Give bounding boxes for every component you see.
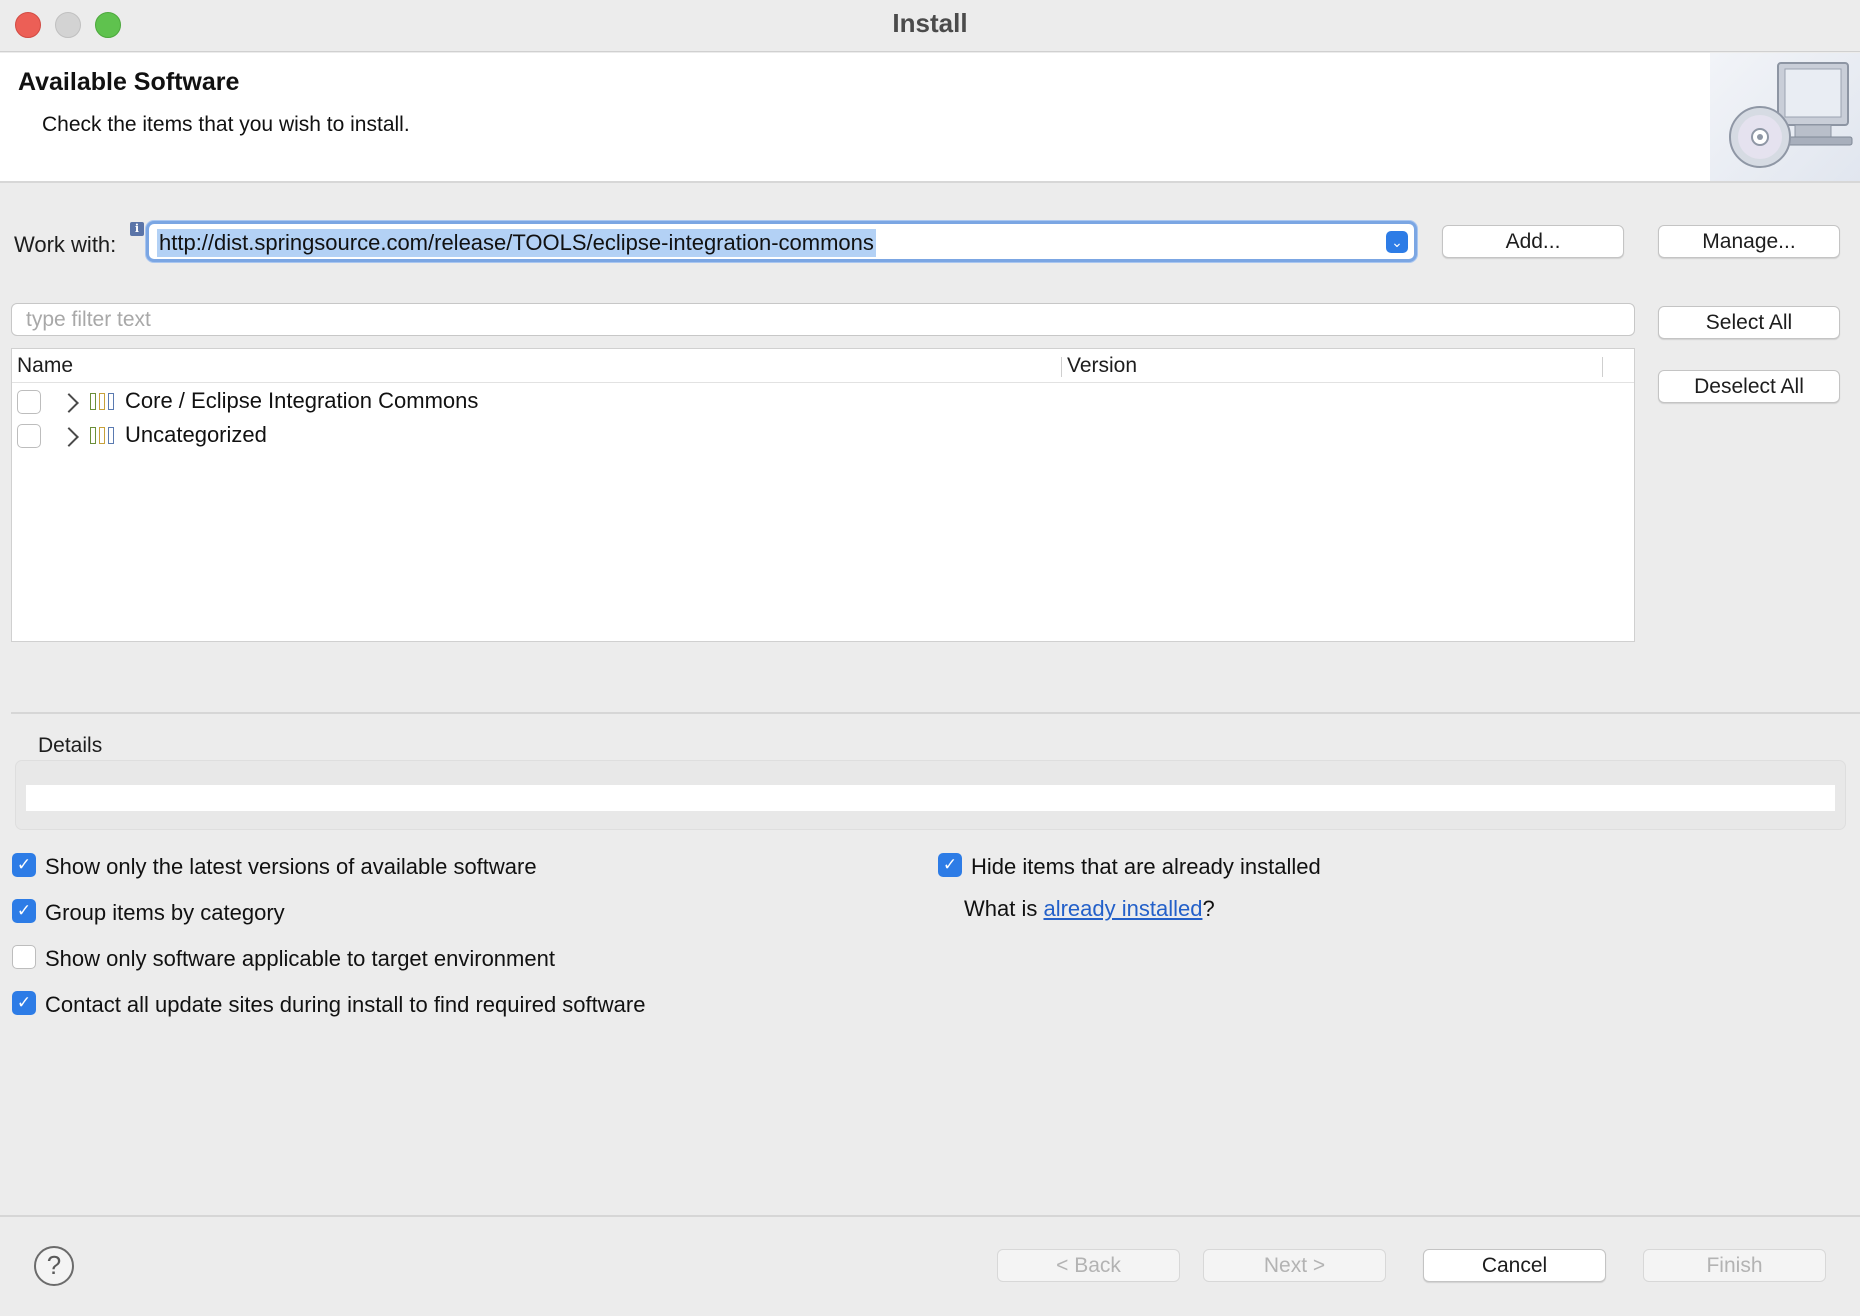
page-description: Check the items that you wish to install…	[42, 113, 410, 136]
deselect-all-button[interactable]: Deselect All	[1658, 370, 1840, 403]
software-tree[interactable]: Name Version Core / Eclipse Integration …	[11, 348, 1635, 642]
filter-field[interactable]	[11, 303, 1635, 336]
category-icon	[90, 427, 116, 444]
finish-button[interactable]: Finish	[1643, 1249, 1826, 1282]
select-all-button[interactable]: Select All	[1658, 306, 1840, 339]
page-title: Available Software	[18, 68, 240, 96]
back-button[interactable]: < Back	[997, 1249, 1180, 1282]
checkbox-target-environment[interactable]	[12, 945, 36, 969]
row-checkbox[interactable]	[17, 390, 41, 414]
tree-row[interactable]: Core / Eclipse Integration Commons	[12, 385, 1634, 419]
what-is-prefix: What is	[964, 896, 1044, 921]
checkbox-hide-installed[interactable]: ✓	[938, 853, 962, 877]
title-bar: Install	[0, 0, 1860, 52]
category-icon	[90, 393, 116, 410]
what-is-suffix: ?	[1202, 896, 1215, 921]
details-group	[15, 760, 1846, 830]
option-label: Show only the latest versions of availab…	[45, 854, 537, 879]
work-with-combo[interactable]: http://dist.springsource.com/release/TOO…	[146, 221, 1417, 262]
column-divider[interactable]	[1602, 357, 1603, 377]
install-dialog: Install Available Software Check the ite…	[0, 0, 1860, 1316]
install-banner-icon	[1710, 53, 1860, 181]
divider	[11, 712, 1860, 714]
option-label: Hide items that are already installed	[971, 854, 1321, 879]
details-label: Details	[38, 734, 103, 757]
row-checkbox[interactable]	[17, 424, 41, 448]
work-with-label: Work with:	[14, 232, 117, 257]
manage-button[interactable]: Manage...	[1658, 225, 1840, 258]
option-label: Group items by category	[45, 900, 285, 925]
already-installed-link[interactable]: already installed	[1043, 896, 1202, 921]
chevron-right-icon[interactable]	[59, 427, 79, 447]
column-divider[interactable]	[1061, 357, 1062, 377]
checkbox-group-by-category[interactable]: ✓	[12, 899, 36, 923]
checkbox-latest-versions[interactable]: ✓	[12, 853, 36, 877]
filter-input[interactable]	[26, 307, 1616, 333]
column-header-version[interactable]: Version	[1067, 354, 1137, 378]
what-is-installed-text: What is already installed?	[964, 896, 1215, 922]
footer-divider	[0, 1215, 1860, 1217]
chevron-right-icon[interactable]	[59, 393, 79, 413]
details-text	[26, 785, 1835, 811]
option-label: Contact all update sites during install …	[45, 992, 646, 1017]
chevron-down-icon[interactable]: ⌄	[1386, 231, 1408, 253]
next-button[interactable]: Next >	[1203, 1249, 1386, 1282]
option-label: Show only software applicable to target …	[45, 946, 555, 971]
help-icon[interactable]: ?	[34, 1246, 74, 1286]
row-label: Uncategorized	[125, 422, 267, 447]
cancel-button[interactable]: Cancel	[1423, 1249, 1606, 1282]
work-with-url[interactable]: http://dist.springsource.com/release/TOO…	[157, 229, 876, 257]
row-label: Core / Eclipse Integration Commons	[125, 388, 479, 413]
wizard-banner: Available Software Check the items that …	[0, 53, 1860, 183]
info-icon: i	[130, 222, 144, 236]
tree-row[interactable]: Uncategorized	[12, 419, 1634, 453]
column-header-name[interactable]: Name	[17, 354, 73, 378]
checkbox-contact-update-sites[interactable]: ✓	[12, 991, 36, 1015]
tree-header: Name Version	[12, 349, 1634, 383]
add-button[interactable]: Add...	[1442, 225, 1624, 258]
window-title: Install	[892, 8, 968, 38]
